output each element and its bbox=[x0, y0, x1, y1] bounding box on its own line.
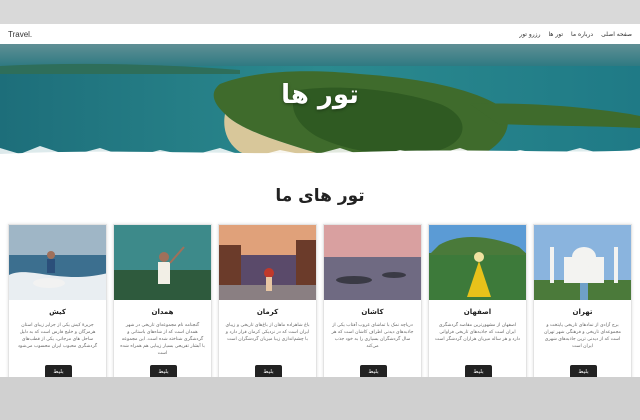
tour-image-hamedan bbox=[114, 225, 211, 300]
ticket-button[interactable]: بلیط bbox=[360, 365, 387, 377]
page: Travel. صفحه اصلی درباره ما تور ها رزرو … bbox=[0, 24, 640, 377]
browser-top-band bbox=[0, 0, 640, 24]
ticket-button[interactable]: بلیط bbox=[570, 365, 597, 377]
ticket-button[interactable]: بلیط bbox=[45, 365, 72, 377]
tour-description: باغ شاهزاده ماهان از باغ‌های تاریخی و زی… bbox=[225, 323, 310, 342]
tour-description: دریاچه نمک با تماشای غروب آفتاب یکی از ج… bbox=[331, 323, 414, 349]
tour-image-kerman bbox=[219, 225, 316, 300]
tour-card-hamedan: همدان گنجنامه نام مجموعه‌ای تاریخی در شه… bbox=[113, 224, 212, 377]
nav-link-tours[interactable]: تور ها bbox=[548, 31, 563, 38]
nav-links: صفحه اصلی درباره ما تور ها رزرو تور bbox=[519, 31, 632, 38]
tour-image-isfahan bbox=[429, 225, 526, 300]
tour-card-kish: کیش جزیرهٔ کیش یکی از جزایر زیبای استان … bbox=[8, 224, 107, 377]
navbar: Travel. صفحه اصلی درباره ما تور ها رزرو … bbox=[0, 24, 640, 44]
ticket-button[interactable]: بلیط bbox=[150, 365, 177, 377]
tour-card-kashan: کاشان دریاچه نمک با تماشای غروب آفتاب یک… bbox=[323, 224, 422, 377]
tour-image-kashan bbox=[324, 225, 421, 300]
tour-description: برج آزادی از نمادهای تاریخی پایتخت و مجم… bbox=[543, 323, 621, 349]
nav-link-booking[interactable]: رزرو تور bbox=[519, 31, 540, 38]
tour-description: گنجنامه نام مجموعه‌ای تاریخی در شهر همدا… bbox=[120, 323, 205, 356]
tour-image-tehran bbox=[534, 225, 631, 300]
tour-title: کاشان bbox=[361, 308, 384, 316]
tour-title: همدان bbox=[151, 308, 174, 316]
nav-link-about[interactable]: درباره ما bbox=[571, 31, 593, 38]
tour-image-kish bbox=[9, 225, 106, 300]
tour-card-tehran: تهران برج آزادی از نمادهای تاریخی پایتخت… bbox=[533, 224, 632, 377]
hero-banner: تور ها bbox=[0, 44, 640, 176]
ticket-button[interactable]: بلیط bbox=[465, 365, 492, 377]
tour-card-kerman: کرمان باغ شاهزاده ماهان از باغ‌های تاریخ… bbox=[218, 224, 317, 377]
brand-logo[interactable]: Travel. bbox=[8, 30, 32, 39]
tour-title: کرمان bbox=[256, 308, 279, 316]
tour-cards: کیش جزیرهٔ کیش یکی از جزایر زیبای استان … bbox=[8, 224, 632, 377]
hero-title: تور ها bbox=[281, 80, 359, 110]
nav-link-home[interactable]: صفحه اصلی bbox=[601, 31, 632, 38]
hero-island-image bbox=[0, 44, 640, 176]
tour-title: کیش bbox=[49, 308, 66, 316]
tour-card-isfahan: اصفهان اصفهان از مشهورترین مقاصد گردشگری… bbox=[428, 224, 527, 377]
section-title: تور های ما bbox=[275, 186, 365, 206]
tour-description: جزیرهٔ کیش یکی از جزایر زیبای استان هرمز… bbox=[17, 323, 98, 349]
tour-title: تهران bbox=[572, 308, 593, 316]
ticket-button[interactable]: بلیط bbox=[255, 365, 282, 377]
tour-title: اصفهان bbox=[463, 308, 492, 316]
tour-description: اصفهان از مشهورترین مقاصد گردشگری ایران … bbox=[435, 323, 520, 342]
browser-bottom-band bbox=[0, 377, 640, 420]
